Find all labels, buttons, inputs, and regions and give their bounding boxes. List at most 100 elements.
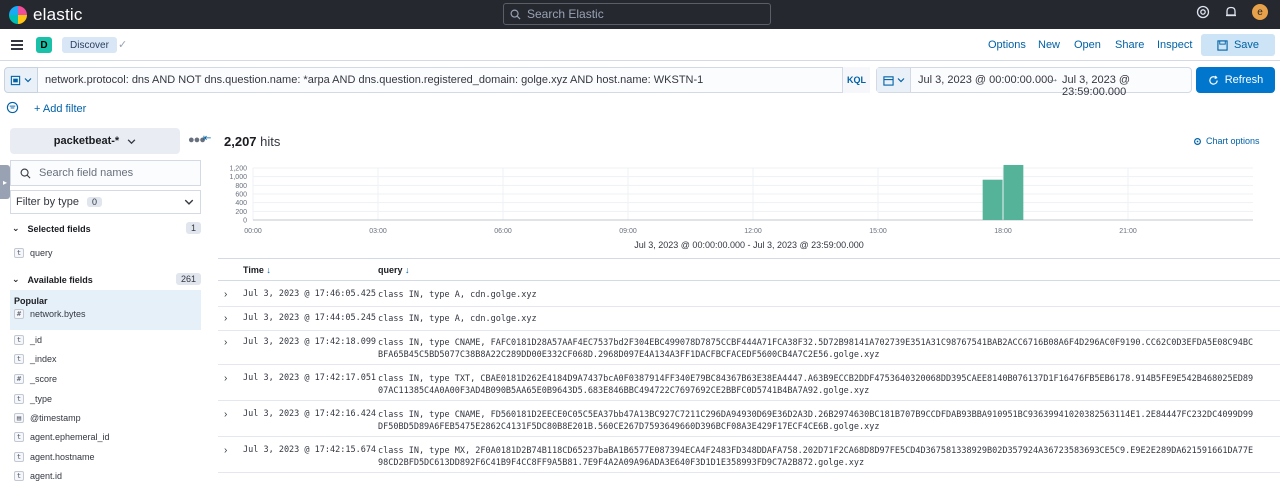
- sort-down-icon[interactable]: ↓: [405, 265, 410, 275]
- options-link[interactable]: Options: [988, 39, 1026, 51]
- save-label: Save: [1233, 39, 1260, 51]
- user-avatar[interactable]: e: [1252, 4, 1268, 20]
- histogram-bar[interactable]: [982, 179, 1003, 220]
- y-tick-label: 0: [243, 218, 247, 225]
- quick-select-button[interactable]: [877, 68, 911, 92]
- row-time: Jul 3, 2023 @ 17:44:05.245: [243, 313, 377, 323]
- row-query: class IN, type CNAME, FD560181D2EECE0C05…: [378, 410, 1254, 432]
- available-fields-title: Available fields: [27, 274, 93, 285]
- available-fields-toggle[interactable]: ⌄ Available fields: [12, 274, 93, 285]
- field-item-type[interactable]: t _type: [14, 394, 52, 404]
- inspect-link[interactable]: Inspect: [1157, 39, 1192, 51]
- refresh-label: Refresh: [1224, 74, 1264, 86]
- arrow-right-icon: →: [1048, 73, 1059, 85]
- field-item-query[interactable]: t query: [14, 248, 53, 258]
- new-link[interactable]: New: [1038, 39, 1060, 51]
- x-tick-label: 21:00: [1119, 228, 1137, 235]
- number-type-icon: #: [14, 309, 24, 319]
- field-search-placeholder: Search field names: [39, 167, 134, 179]
- side-nav-handle[interactable]: ▸: [0, 165, 10, 199]
- global-search-placeholder: Search Elastic: [527, 7, 604, 21]
- refresh-button[interactable]: Refresh: [1196, 67, 1275, 93]
- chevron-down-icon: [184, 199, 194, 205]
- open-link[interactable]: Open: [1074, 39, 1101, 51]
- row-time: Jul 3, 2023 @ 17:42:15.674: [243, 445, 377, 455]
- selected-fields-toggle[interactable]: ⌄ Selected fields: [12, 223, 91, 234]
- expand-row-icon[interactable]: ›: [224, 373, 227, 384]
- string-type-icon: t: [14, 335, 24, 345]
- field-name: _type: [30, 394, 53, 404]
- table-row[interactable]: › Jul 3, 2023 @ 17:44:05.245 class IN, t…: [218, 307, 1280, 331]
- field-item-agent-ephemeral-id[interactable]: t agent.ephemeral_id: [14, 432, 110, 442]
- field-item-timestamp[interactable]: ▤ @timestamp: [14, 413, 81, 423]
- search-icon: [510, 9, 521, 20]
- save-button[interactable]: Save: [1201, 34, 1275, 56]
- gear-icon: [1194, 137, 1201, 145]
- string-type-icon: t: [14, 248, 24, 258]
- field-item-network-bytes[interactable]: # network.bytes: [14, 309, 86, 319]
- filter-options-icon[interactable]: [6, 101, 19, 114]
- chevron-down-icon: ⌄: [12, 223, 20, 233]
- y-tick-label: 600: [235, 192, 247, 199]
- field-item-index[interactable]: t _index: [14, 354, 57, 364]
- elastic-logo[interactable]: elastic: [9, 5, 83, 25]
- query-input[interactable]: network.protocol: dns AND NOT dns.questi…: [38, 67, 870, 93]
- field-sidebar: packetbeat-* ●●● ⇤ ▸ Search field names …: [0, 124, 218, 491]
- collapse-sidebar-icon[interactable]: ⇤: [203, 133, 211, 144]
- expand-row-icon[interactable]: ›: [224, 445, 227, 456]
- space-avatar[interactable]: D: [36, 37, 52, 53]
- column-header-time[interactable]: Time ↓: [243, 265, 271, 275]
- index-pattern-selector[interactable]: packetbeat-*: [10, 128, 180, 154]
- date-end[interactable]: Jul 3, 2023 @ 23:59:00.000: [1062, 74, 1191, 98]
- popular-title: Popular: [14, 296, 48, 306]
- table-row[interactable]: › Jul 3, 2023 @ 17:42:16.424 class IN, t…: [218, 403, 1280, 437]
- field-name: agent.hostname: [30, 452, 95, 462]
- field-item-agent-id[interactable]: t agent.id: [14, 471, 62, 481]
- hits-label: hits: [260, 134, 281, 149]
- chart-time-range: Jul 3, 2023 @ 00:00:00.000 - Jul 3, 2023…: [634, 240, 864, 250]
- string-type-icon: t: [14, 452, 24, 462]
- chevron-down-icon: [24, 78, 32, 83]
- histogram-bar[interactable]: [1003, 164, 1024, 220]
- brand-name: elastic: [33, 5, 83, 24]
- global-search-input[interactable]: Search Elastic: [503, 3, 771, 25]
- table-row[interactable]: › Jul 3, 2023 @ 17:42:17.051 class IN, t…: [218, 367, 1280, 401]
- query-language-button[interactable]: KQL: [842, 67, 870, 93]
- notifications-icon[interactable]: [1224, 5, 1238, 19]
- expand-row-icon[interactable]: ›: [224, 337, 227, 348]
- string-type-icon: t: [14, 471, 24, 481]
- table-row[interactable]: › Jul 3, 2023 @ 17:42:15.674 class IN, t…: [218, 439, 1280, 473]
- field-item-id[interactable]: t _id: [14, 335, 42, 345]
- refresh-icon: [1209, 75, 1218, 85]
- field-name: @timestamp: [30, 413, 81, 423]
- table-row[interactable]: › Jul 3, 2023 @ 17:42:18.099 class IN, t…: [218, 331, 1280, 365]
- query-bar: network.protocol: dns AND NOT dns.questi…: [0, 62, 1280, 98]
- help-icon[interactable]: [1196, 5, 1210, 19]
- filter-by-type-button[interactable]: Filter by type 0: [10, 190, 201, 214]
- table-row[interactable]: › Jul 3, 2023 @ 17:46:05.425 class IN, t…: [218, 283, 1280, 307]
- column-header-query[interactable]: query ↓: [378, 265, 410, 275]
- row-time: Jul 3, 2023 @ 17:42:18.099: [243, 337, 377, 347]
- expand-row-icon[interactable]: ›: [224, 313, 227, 324]
- saved-query-icon: [10, 75, 21, 85]
- share-link[interactable]: Share: [1115, 39, 1144, 51]
- date-start[interactable]: Jul 3, 2023 @ 00:00:00.000: [918, 74, 1053, 86]
- x-tick-label: 00:00: [244, 228, 262, 235]
- sort-down-icon[interactable]: ↓: [266, 265, 271, 275]
- x-tick-label: 15:00: [869, 228, 887, 235]
- field-item-agent-hostname[interactable]: t agent.hostname: [14, 452, 95, 462]
- saved-query-button[interactable]: [4, 67, 38, 93]
- field-search-input[interactable]: Search field names: [10, 160, 201, 186]
- selected-fields-title: Selected fields: [27, 223, 91, 234]
- date-picker[interactable]: Jul 3, 2023 @ 00:00:00.000 → Jul 3, 2023…: [876, 67, 1192, 98]
- breadcrumb-discover[interactable]: Discover: [62, 37, 117, 53]
- expand-row-icon[interactable]: ›: [224, 289, 227, 300]
- row-time: Jul 3, 2023 @ 17:42:16.424: [243, 409, 377, 419]
- documents-table: Time ↓ query ↓ › Jul 3, 2023 @ 17:46:05.…: [218, 258, 1280, 473]
- menu-icon[interactable]: [11, 40, 23, 50]
- field-name: _id: [30, 335, 43, 345]
- chart-options-button[interactable]: Chart options: [1193, 136, 1260, 146]
- field-item-score[interactable]: # _score: [14, 374, 57, 384]
- expand-row-icon[interactable]: ›: [224, 409, 227, 420]
- add-filter-button[interactable]: + Add filter: [34, 103, 86, 115]
